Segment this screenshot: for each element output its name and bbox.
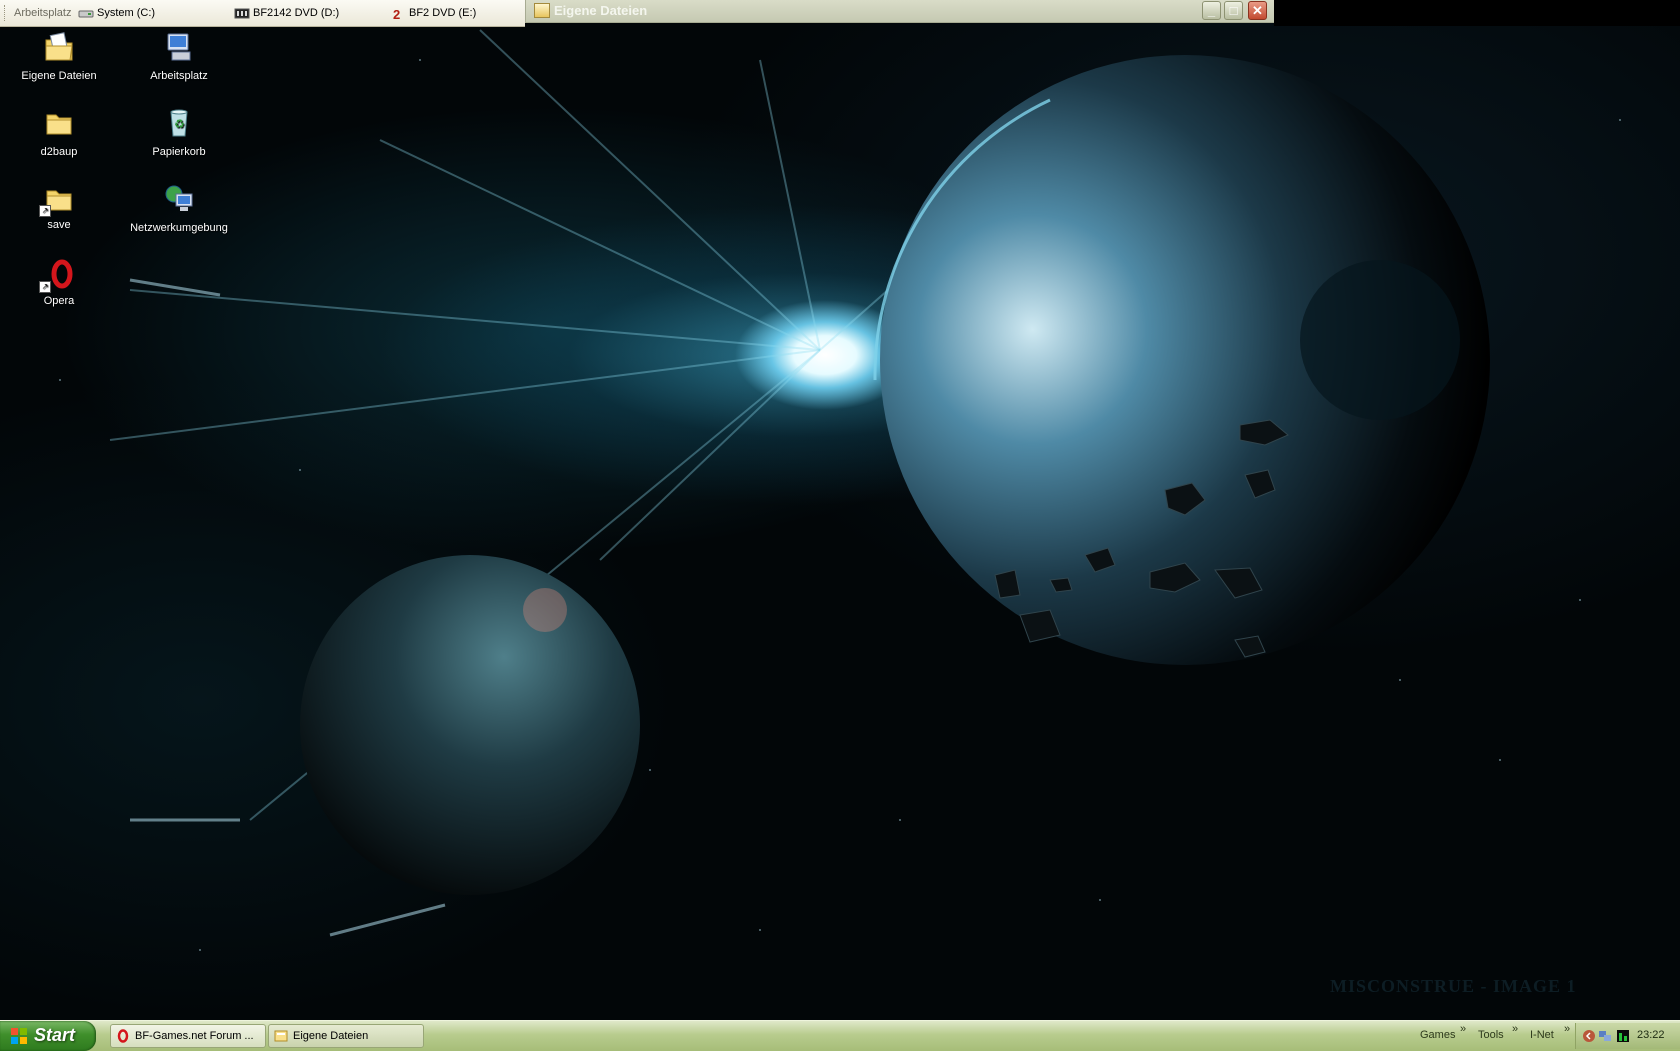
- desktop-icon-label: Arbeitsplatz: [150, 70, 208, 82]
- meter-tray-icon[interactable]: [1616, 1029, 1630, 1043]
- drive-system-c[interactable]: System (C:): [78, 7, 155, 19]
- taskbar-item-eigene-dateien[interactable]: Eigene Dateien: [268, 1024, 424, 1048]
- close-button[interactable]: ✕: [1248, 1, 1267, 20]
- desktop-icon-label: Netzwerkumgebung: [130, 222, 228, 234]
- svg-text:♻: ♻: [174, 117, 185, 131]
- quick-launch-tools[interactable]: Tools: [1478, 1029, 1504, 1041]
- svg-text:2: 2: [393, 8, 400, 19]
- tray-expand-icon[interactable]: [1582, 1029, 1596, 1043]
- toolbar-grip[interactable]: [4, 5, 7, 21]
- desktop-icon-label: Eigene Dateien: [21, 70, 97, 82]
- shortcut-arrow-icon: ↗: [39, 281, 51, 293]
- chevron-icon[interactable]: »: [1460, 1023, 1466, 1035]
- start-button[interactable]: Start: [0, 1021, 96, 1051]
- planet-moon: [300, 555, 640, 895]
- explorer-window-titlebar[interactable]: Eigene Dateien: [525, 0, 1275, 23]
- opera-icon: [117, 1029, 129, 1043]
- chevron-icon[interactable]: »: [1512, 1023, 1518, 1035]
- quick-launch-games[interactable]: Games: [1420, 1029, 1455, 1041]
- desktop-icon-papierkorb[interactable]: ♻ Papierkorb: [124, 106, 234, 158]
- drive-label: BF2 DVD (E:): [409, 7, 477, 19]
- my-documents-icon: [45, 32, 73, 61]
- desktop-icon-label: d2baup: [40, 146, 78, 158]
- desktop-wallpaper: MISCONSTRUE - IMAGE 1: [0, 0, 1680, 1020]
- toolbar-title[interactable]: Arbeitsplatz: [14, 7, 71, 19]
- icon-wrapper: ↗: [39, 258, 76, 293]
- drive-bf2-e[interactable]: 2 BF2 DVD (E:): [390, 7, 476, 19]
- dvd-drive-icon: [234, 8, 250, 18]
- taskbar-item-forum[interactable]: BF-Games.net Forum ...: [110, 1024, 266, 1048]
- drive-toolbar: Arbeitsplatz System (C:) BF2142 DVD (D:)…: [0, 0, 525, 27]
- desktop-icon-save[interactable]: ↗ save: [4, 182, 114, 231]
- space-scene: [59, 29, 1621, 951]
- clock[interactable]: 23:22: [1637, 1029, 1665, 1041]
- network-icon: [165, 185, 193, 211]
- desktop-icon-eigene-dateien[interactable]: Eigene Dateien: [4, 30, 114, 82]
- close-icon: ✕: [1252, 3, 1263, 18]
- desktop-icon-label: save: [47, 219, 71, 231]
- wallpaper-caption: MISCONSTRUE - IMAGE 1: [1330, 976, 1577, 996]
- taskbar: Start BF-Games.net Forum ... Eigene Date…: [0, 1020, 1680, 1051]
- windows-logo-icon: [11, 1028, 27, 1044]
- chevron-icon[interactable]: »: [1564, 1023, 1570, 1035]
- taskbar-item-label: BF-Games.net Forum ...: [135, 1030, 254, 1042]
- desktop-icon-netzwerkumgebung[interactable]: Netzwerkumgebung: [124, 182, 234, 234]
- folder-icon: [46, 114, 72, 135]
- top-background: [1274, 0, 1680, 26]
- desktop-icon-opera[interactable]: ↗ Opera: [4, 258, 114, 307]
- folder-window-icon: [534, 3, 550, 18]
- shortcut-arrow-icon: ↗: [39, 205, 51, 217]
- minimize-icon: _: [1207, 3, 1216, 18]
- desktop-icon-d2baup[interactable]: d2baup: [4, 106, 114, 158]
- hard-drive-icon: [78, 10, 94, 17]
- drive-label: System (C:): [97, 7, 156, 19]
- minimize-button[interactable]: _: [1202, 1, 1221, 20]
- drive-label: BF2142 DVD (D:): [253, 7, 340, 19]
- recycle-bin-icon: ♻: [170, 109, 188, 137]
- icon-wrapper: ↗: [39, 182, 76, 217]
- bf2-disc-icon: 2: [393, 8, 400, 19]
- drive-bf2142-d[interactable]: BF2142 DVD (D:): [234, 7, 339, 19]
- maximize-button[interactable]: □: [1224, 1, 1243, 20]
- start-label: Start: [34, 1025, 76, 1045]
- window-title: Eigene Dateien: [554, 3, 648, 18]
- my-computer-icon: [167, 33, 191, 61]
- quick-launch-inet[interactable]: I-Net: [1530, 1029, 1554, 1041]
- desktop-icon-arbeitsplatz[interactable]: Arbeitsplatz: [124, 30, 234, 82]
- folder-window-icon: [274, 1030, 288, 1042]
- network-tray-icon[interactable]: [1598, 1029, 1612, 1043]
- desktop-icon-label: Opera: [43, 295, 75, 307]
- maximize-icon: □: [1229, 3, 1238, 18]
- desktop-icon-label: Papierkorb: [152, 146, 206, 158]
- taskbar-item-label: Eigene Dateien: [293, 1030, 369, 1042]
